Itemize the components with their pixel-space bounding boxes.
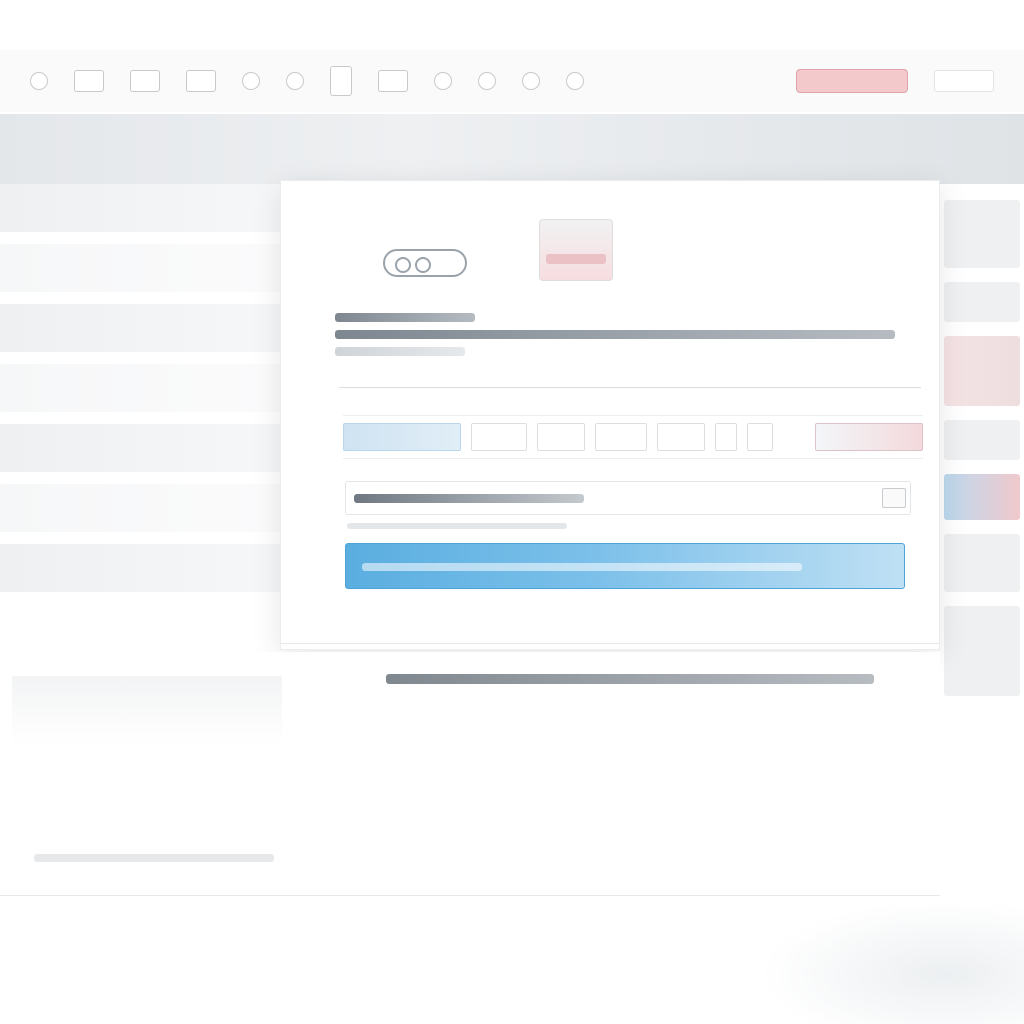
layout-icon[interactable]: [186, 70, 216, 92]
dialog-description: [335, 313, 905, 364]
list-item[interactable]: [0, 424, 282, 472]
logo-icon: [383, 249, 467, 277]
background-list: [0, 184, 282, 604]
list-item[interactable]: [944, 420, 1020, 460]
toolbar-primary-button[interactable]: [796, 69, 908, 93]
card-icon: [539, 219, 613, 281]
tab[interactable]: [595, 423, 647, 451]
list-item[interactable]: [0, 244, 282, 292]
text-line: [335, 330, 895, 339]
field-hint: [347, 523, 567, 529]
field-value: [354, 494, 584, 503]
footer-note: [34, 854, 274, 862]
tab[interactable]: [747, 423, 773, 451]
search-icon[interactable]: [242, 72, 260, 90]
field-picker-icon[interactable]: [882, 488, 906, 508]
divider: [339, 387, 921, 388]
info-icon[interactable]: [286, 72, 304, 90]
square-icon[interactable]: [522, 72, 540, 90]
folder-icon[interactable]: [378, 70, 408, 92]
list-item[interactable]: [944, 336, 1020, 406]
list-item[interactable]: [944, 474, 1020, 520]
header-band: [0, 114, 1024, 184]
footer-text: [386, 674, 874, 684]
line-icon[interactable]: [434, 72, 452, 90]
tab-action-button[interactable]: [815, 423, 923, 451]
list-item[interactable]: [0, 544, 282, 592]
footer-area: [0, 652, 940, 896]
text-line: [335, 347, 465, 356]
shadow: [760, 900, 1024, 1024]
tag-icon[interactable]: [566, 72, 584, 90]
toolbar-secondary-button[interactable]: [934, 70, 994, 92]
list-item[interactable]: [0, 304, 282, 352]
dialog: [280, 180, 940, 650]
tab-active[interactable]: [343, 423, 461, 451]
app-window: [0, 0, 1024, 1024]
footer-panel: [12, 676, 282, 746]
list-item[interactable]: [944, 282, 1020, 322]
circle-icon[interactable]: [478, 72, 496, 90]
tab[interactable]: [715, 423, 737, 451]
list-item[interactable]: [0, 484, 282, 532]
list-item[interactable]: [944, 534, 1020, 592]
text-line: [335, 313, 475, 322]
tab[interactable]: [657, 423, 705, 451]
document-icon[interactable]: [330, 66, 352, 96]
list-item[interactable]: [0, 364, 282, 412]
top-toolbar: [0, 50, 1024, 112]
dialog-header: [281, 181, 939, 301]
tab[interactable]: [471, 423, 527, 451]
text-field[interactable]: [345, 481, 911, 515]
divider: [281, 643, 939, 644]
back-icon[interactable]: [30, 72, 48, 90]
tab[interactable]: [537, 423, 585, 451]
list-item[interactable]: [0, 184, 282, 232]
tab-bar: [343, 415, 923, 459]
table-icon[interactable]: [130, 70, 160, 92]
background-side-panel: [944, 200, 1024, 860]
grid-icon[interactable]: [74, 70, 104, 92]
list-item[interactable]: [944, 606, 1020, 696]
list-item[interactable]: [944, 200, 1020, 268]
primary-action-button[interactable]: [345, 543, 905, 589]
